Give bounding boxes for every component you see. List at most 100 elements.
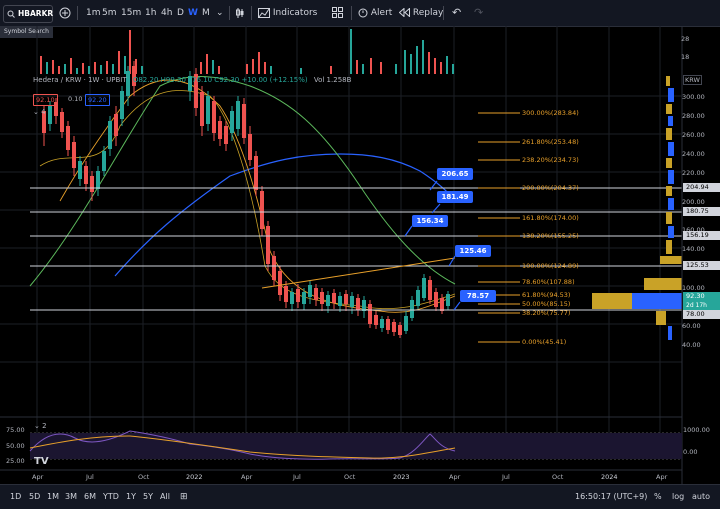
price-label-180[interactable]: 180.75 bbox=[683, 207, 720, 216]
range-5d[interactable]: 5D bbox=[29, 485, 40, 509]
alert-button[interactable]: Alert bbox=[358, 0, 392, 26]
indicators-icon bbox=[258, 7, 270, 18]
rsi-right-tick-1000: 1000.00 bbox=[683, 426, 710, 434]
fib-level-161: 161.80%(174.00) bbox=[522, 214, 579, 222]
range-all[interactable]: All bbox=[160, 485, 170, 509]
redo-icon[interactable]: ↷ bbox=[474, 0, 483, 26]
fib-level-238: 238.20%(234.73) bbox=[522, 156, 579, 164]
date-range-icon[interactable]: ⊞ bbox=[180, 485, 188, 509]
log-toggle[interactable]: log bbox=[672, 485, 684, 509]
callout-156[interactable]: 156.34 bbox=[412, 215, 448, 227]
add-symbol-icon[interactable] bbox=[59, 7, 71, 19]
callout-78[interactable]: 78.57 bbox=[460, 290, 496, 302]
price-tick-220: 220.00 bbox=[682, 169, 705, 177]
interval-5m[interactable]: 5m bbox=[102, 0, 117, 26]
rsi-tick-50: 50.00 bbox=[6, 442, 25, 450]
rsi-toggle[interactable]: ⌄ 2 bbox=[34, 422, 47, 430]
fib-level-0: 0.00%(45.41) bbox=[522, 338, 567, 346]
interval-dropdown[interactable]: ⌄ bbox=[216, 0, 224, 26]
tradingview-logo-icon: TV bbox=[34, 456, 49, 467]
interval-15m[interactable]: 15m bbox=[121, 0, 141, 26]
range-3m[interactable]: 3M bbox=[65, 485, 77, 509]
interval-w[interactable]: W bbox=[188, 0, 198, 26]
time-tick-apr-2021: Apr bbox=[32, 473, 44, 481]
time-tick-apr-2024: Apr bbox=[656, 473, 668, 481]
currency-label[interactable]: KRW bbox=[683, 75, 702, 85]
bid-badge[interactable]: 92.10 bbox=[33, 94, 58, 106]
range-6m[interactable]: 6M bbox=[84, 485, 96, 509]
fib-level-50: 50.00%(85.15) bbox=[522, 300, 571, 308]
grid-lines bbox=[0, 26, 682, 456]
fib-level-138: 138.20%(155.25) bbox=[522, 232, 579, 240]
trend-line bbox=[261, 257, 456, 289]
ask-badge[interactable]: 92.20 bbox=[85, 94, 110, 106]
volume-profile bbox=[592, 76, 682, 340]
rsi-right-tick-0: 0.00 bbox=[683, 448, 698, 456]
rsi-tick-75: 75.00 bbox=[6, 426, 25, 434]
price-tick-200: 200.00 bbox=[682, 198, 705, 206]
fib-level-261: 261.80%(253.48) bbox=[522, 138, 579, 146]
auto-toggle[interactable]: auto bbox=[692, 485, 710, 509]
replay-button[interactable]: Replay bbox=[398, 0, 444, 26]
rewind-icon bbox=[398, 7, 410, 18]
top-toolbar: HBARKR 1m 5m 15m 1h 4h D W M ⌄ Indicator… bbox=[0, 0, 720, 27]
price-label-204[interactable]: 204.94 bbox=[683, 183, 720, 192]
time-tick-2022: 2022 bbox=[186, 473, 203, 481]
price-tick-280: 280.00 bbox=[682, 112, 705, 120]
interval-1h[interactable]: 1h bbox=[145, 0, 156, 26]
range-1d[interactable]: 1D bbox=[10, 485, 21, 509]
range-1y[interactable]: 1Y bbox=[126, 485, 136, 509]
price-tick-240: 240.00 bbox=[682, 150, 705, 158]
undo-icon[interactable]: ↶ bbox=[452, 0, 461, 26]
fib-level-61: 61.80%(94.53) bbox=[522, 291, 571, 299]
range-5y[interactable]: 5Y bbox=[143, 485, 153, 509]
price-label-78[interactable]: 78.00 bbox=[683, 310, 720, 319]
clock-time[interactable]: 16:50:17 (UTC+9) bbox=[575, 485, 647, 509]
interval-4h[interactable]: 4h bbox=[161, 0, 172, 26]
range-1m[interactable]: 1M bbox=[47, 485, 59, 509]
chevron-down-icon: ⌄ bbox=[34, 422, 40, 430]
spread-value: 0.10 bbox=[68, 95, 83, 103]
price-label-156[interactable]: 156.19 bbox=[683, 231, 720, 240]
indicators-label: Indicators bbox=[272, 8, 318, 18]
bottom-toolbar: 1D 5D 1M 3M 6M YTD 1Y 5Y All ⊞ 16:50:17 … bbox=[0, 484, 720, 509]
chevron-down-icon: ⌄ bbox=[33, 108, 39, 116]
fib-level-78: 78.60%(107.88) bbox=[522, 278, 575, 286]
callout-181[interactable]: 181.49 bbox=[437, 191, 473, 203]
time-tick-oct-2022: Oct bbox=[344, 473, 356, 481]
last-price-label[interactable]: 92.30 bbox=[683, 292, 720, 301]
fib-level-300: 300.00%(283.84) bbox=[522, 109, 579, 117]
callout-206[interactable]: 206.65 bbox=[437, 168, 473, 180]
fib-level-200: 200.00%(204.37) bbox=[522, 184, 579, 192]
fib-level-38: 38.20%(75.77) bbox=[522, 309, 571, 317]
ma-orange-line bbox=[59, 79, 456, 313]
rsi-pane: TV bbox=[29, 430, 682, 467]
range-ytd[interactable]: YTD bbox=[103, 485, 119, 509]
price-label-125[interactable]: 125.53 bbox=[683, 261, 720, 270]
legend-title[interactable]: Hedera / KRW · 1W · UPBIT bbox=[33, 76, 127, 84]
rsi-indicator-count: 2 bbox=[42, 422, 47, 430]
rsi-tick-25: 25.00 bbox=[6, 457, 25, 465]
symbol-name: HBARKR bbox=[18, 9, 54, 18]
percent-toggle[interactable]: % bbox=[654, 485, 662, 509]
time-tick-jul-2022: Jul bbox=[293, 473, 301, 481]
symbol-selector[interactable]: HBARKR bbox=[3, 5, 53, 23]
candles-icon[interactable] bbox=[235, 0, 245, 26]
chart-legend: Hedera / KRW · 1W · UPBIT O82.20 H99.30 … bbox=[33, 76, 351, 84]
indicators-toggle[interactable]: ⌄ 4 bbox=[33, 108, 46, 116]
fib-lines bbox=[478, 112, 520, 343]
indicators-button[interactable]: Indicators bbox=[258, 0, 317, 26]
interval-d[interactable]: D bbox=[177, 0, 184, 26]
interval-m[interactable]: M bbox=[202, 0, 210, 26]
time-tick-jul-2021: Jul bbox=[86, 473, 94, 481]
interval-1m[interactable]: 1m bbox=[86, 0, 101, 26]
time-tick-apr-2022: Apr bbox=[241, 473, 253, 481]
replay-label: Replay bbox=[412, 8, 444, 18]
alarm-clock-icon bbox=[358, 8, 368, 18]
volume-tick-18: 18 bbox=[681, 53, 690, 61]
time-tick-oct-2023: Oct bbox=[552, 473, 564, 481]
price-tick-40: 40.00 bbox=[682, 341, 701, 349]
legend-ohlc: O82.20 H99.30 L76.10 C92.30 +10.00 (+12.… bbox=[132, 76, 308, 84]
callout-125[interactable]: 125.46 bbox=[455, 245, 491, 257]
layout-icon[interactable] bbox=[332, 0, 343, 26]
